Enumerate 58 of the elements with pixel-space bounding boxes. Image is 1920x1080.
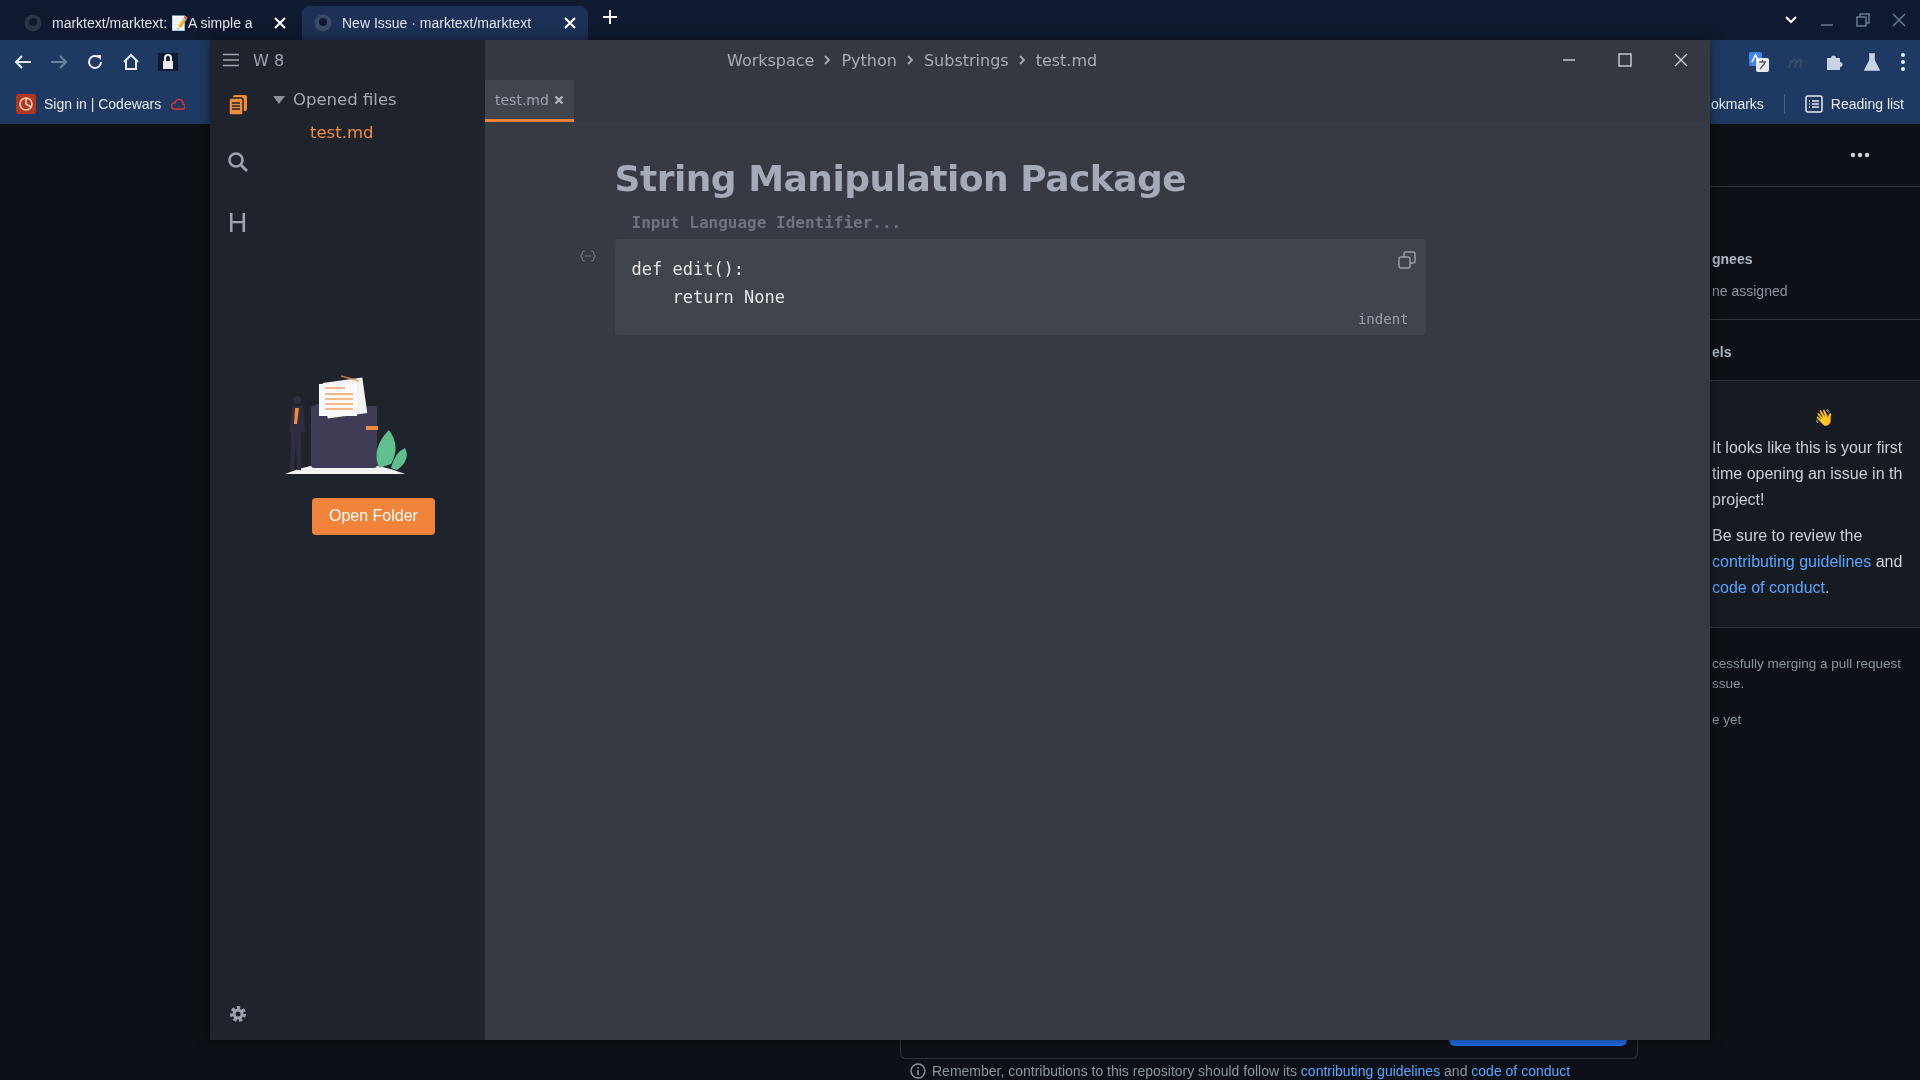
plus-icon[interactable] bbox=[602, 9, 618, 25]
flask-icon[interactable] bbox=[1862, 52, 1882, 72]
caret-icon[interactable] bbox=[273, 95, 285, 104]
more-icon[interactable] bbox=[1900, 52, 1906, 72]
breadcrumb[interactable]: Python bbox=[841, 50, 897, 70]
restore-icon[interactable] bbox=[1856, 13, 1870, 27]
reload-icon[interactable] bbox=[86, 53, 104, 71]
github-icon bbox=[314, 14, 332, 32]
translate-icon[interactable] bbox=[1748, 51, 1770, 73]
link[interactable]: contributing guidelines bbox=[1712, 553, 1872, 570]
breadcrumb[interactable]: Workspace bbox=[727, 50, 815, 70]
heading-icon[interactable]: H bbox=[227, 208, 248, 238]
maximize-icon[interactable] bbox=[1618, 53, 1632, 67]
editor-tab[interactable]: test.md bbox=[485, 80, 574, 122]
section-heading[interactable]: gnees bbox=[1712, 251, 1920, 267]
breadcrumb[interactable]: Substrings bbox=[923, 50, 1009, 70]
home-icon[interactable] bbox=[122, 53, 140, 71]
breadcrumb[interactable]: test.md bbox=[1035, 50, 1098, 70]
link[interactable]: code of conduct bbox=[1471, 1063, 1571, 1079]
notice-text: Remember, contributions to this repository should follow its contributing guidelines and code of conduct bbox=[932, 1063, 1571, 1079]
menu-icon[interactable] bbox=[223, 53, 239, 67]
more-icon[interactable] bbox=[1850, 152, 1870, 158]
info-icon bbox=[910, 1063, 926, 1079]
cloud-icon bbox=[171, 98, 186, 110]
chevron-right-icon bbox=[906, 55, 914, 65]
workspace-name: W 8 bbox=[253, 50, 285, 70]
development-note: e yet bbox=[1712, 712, 1743, 727]
opened-files-header[interactable]: Opened files bbox=[273, 90, 485, 109]
bookmarks-folder[interactable]: okmarks bbox=[1710, 96, 1764, 112]
assignees-value: ne assigned bbox=[1712, 283, 1789, 299]
document-heading: String Manipulation Package bbox=[614, 158, 1188, 199]
section-heading[interactable]: els bbox=[1712, 344, 1920, 360]
braces-icon bbox=[579, 250, 596, 262]
forward-icon[interactable] bbox=[50, 54, 68, 70]
settings-icon[interactable] bbox=[227, 1004, 248, 1024]
link[interactable]: contributing guidelines bbox=[1300, 1063, 1441, 1079]
welcome-text: It looks like this is your first time opening an issue in th project! bbox=[1712, 438, 1904, 510]
search-icon[interactable] bbox=[226, 151, 249, 173]
wave-emoji: 👋 bbox=[1814, 408, 1834, 428]
lock-icon bbox=[158, 53, 178, 71]
chevron-right-icon bbox=[824, 55, 832, 65]
development-text: cessfully merging a pull request ssue. bbox=[1712, 655, 1903, 693]
back-icon[interactable] bbox=[14, 54, 32, 70]
code-text: def edit(): return None bbox=[631, 258, 787, 309]
github-icon bbox=[24, 14, 42, 32]
code-mode-label: indent bbox=[1356, 311, 1409, 327]
review-text: Be sure to review the contributing guidelines and code of conduct. bbox=[1712, 526, 1904, 598]
copy-icon[interactable] bbox=[1397, 251, 1416, 269]
list-icon bbox=[1804, 95, 1823, 113]
files-icon[interactable] bbox=[227, 94, 248, 116]
file-item[interactable]: test.md bbox=[310, 123, 485, 142]
chevron-down-icon[interactable] bbox=[1784, 15, 1798, 25]
link[interactable]: code of conduct bbox=[1712, 579, 1825, 596]
browser-tab[interactable]: New Issue · marktext/marktext bbox=[302, 6, 588, 40]
reading-list-button[interactable]: Reading list bbox=[1804, 95, 1904, 113]
browser-tab[interactable]: marktext/marktext: 📝A simple a bbox=[12, 6, 298, 40]
chevron-right-icon bbox=[1018, 55, 1026, 65]
bookmark[interactable]: Sign in | Codewars bbox=[16, 94, 162, 114]
